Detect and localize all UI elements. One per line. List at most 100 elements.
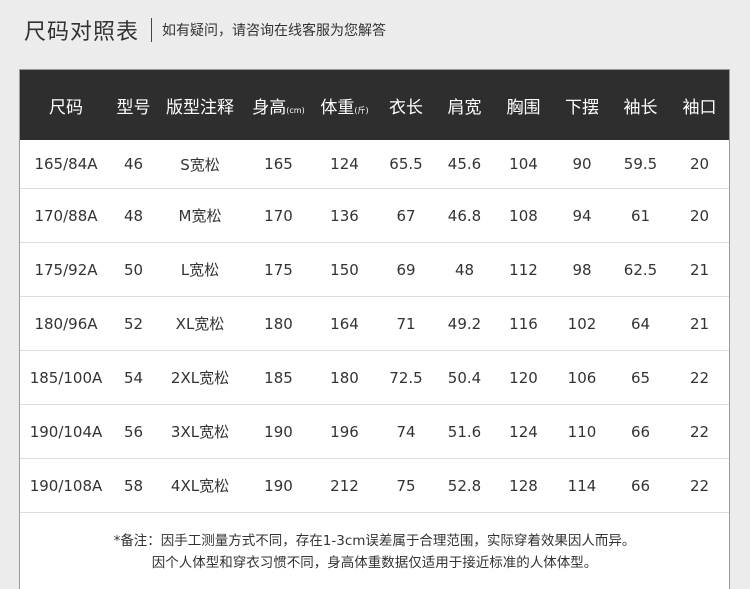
column-header-label: 身高	[252, 97, 287, 118]
table-cell: 72.5	[377, 350, 435, 405]
table-cell: 90	[553, 140, 611, 189]
table-row: 190/104A 56 3XL宽松 190 196 74 51.6 124 110 66 22	[20, 404, 729, 459]
table-cell: 74	[377, 404, 435, 459]
size-table: 尺码 型号 版型注释 身高(cm) 体重(斤) 衣长 肩宽 胸围 下摆 袖长 袖口 165/84A 4…	[20, 70, 729, 513]
table-cell: 56	[112, 404, 155, 459]
table-cell: 62.5	[611, 242, 670, 297]
table-cell: 48	[435, 242, 494, 297]
column-header-label: 版型注释	[166, 97, 234, 118]
table-cell: S宽松	[155, 140, 245, 189]
column-header-label: 胸围	[506, 97, 541, 118]
table-cell: 50.4	[435, 350, 494, 405]
table-cell: 48	[112, 188, 155, 243]
table-cell: 52	[112, 296, 155, 351]
table-cell: 46.8	[435, 188, 494, 243]
table-cell: 71	[377, 296, 435, 351]
table-cell: 196	[312, 404, 377, 459]
column-header: 尺码	[20, 70, 112, 140]
size-chart-card: 尺码 型号 版型注释 身高(cm) 体重(斤) 衣长 肩宽 胸围 下摆 袖长 袖口 165/84A 4…	[19, 69, 730, 589]
table-cell: 190	[245, 404, 312, 459]
table-cell: 175/92A	[20, 242, 112, 297]
table-cell: 114	[553, 458, 611, 513]
table-cell: 128	[494, 458, 553, 513]
table-cell: 190/104A	[20, 404, 112, 459]
table-cell: 116	[494, 296, 553, 351]
column-header-unit: (cm)	[286, 105, 305, 115]
table-cell: 180/96A	[20, 296, 112, 351]
column-header-label: 袖口	[682, 97, 717, 118]
table-cell: 67	[377, 188, 435, 243]
column-header-label: 尺码	[49, 97, 83, 118]
table-cell: 58	[112, 458, 155, 513]
table-cell: XL宽松	[155, 296, 245, 351]
table-cell: 110	[553, 404, 611, 459]
table-cell: 3XL宽松	[155, 404, 245, 459]
column-header: 身高(cm)	[245, 70, 312, 140]
table-cell: 59.5	[611, 140, 670, 189]
table-cell: 21	[670, 242, 729, 297]
table-cell: 65.5	[377, 140, 435, 189]
table-row: 190/108A 58 4XL宽松 190 212 75 52.8 128 114 66 22	[20, 458, 729, 513]
page-title: 尺码对照表	[24, 20, 140, 45]
table-row: 175/92A 50 L宽松 175 150 69 48 112 98 62.5 21	[20, 242, 729, 297]
table-cell: 22	[670, 458, 729, 513]
table-cell: 51.6	[435, 404, 494, 459]
table-cell: 170	[245, 188, 312, 243]
table-cell: 64	[611, 296, 670, 351]
table-row: 170/88A 48 M宽松 170 136 67 46.8 108 94 61 20	[20, 188, 729, 243]
column-header: 袖口	[670, 70, 729, 140]
table-cell: 124	[494, 404, 553, 459]
table-row: 180/96A 52 XL宽松 180 164 71 49.2 116 102 64 21	[20, 296, 729, 351]
table-cell: 106	[553, 350, 611, 405]
table-cell: 112	[494, 242, 553, 297]
table-cell: 66	[611, 458, 670, 513]
table-cell: 98	[553, 242, 611, 297]
column-header-unit: (斤)	[354, 105, 369, 115]
table-header-row: 尺码 型号 版型注释 身高(cm) 体重(斤) 衣长 肩宽 胸围 下摆 袖长 袖口	[20, 70, 729, 140]
table-cell: 120	[494, 350, 553, 405]
table-cell: M宽松	[155, 188, 245, 243]
table-cell: 20	[670, 140, 729, 189]
column-header: 版型注释	[155, 70, 245, 140]
column-header: 袖长	[611, 70, 670, 140]
table-cell: 54	[112, 350, 155, 405]
table-cell: 65	[611, 350, 670, 405]
note-line-2: 因个人体型和穿衣习惯不同，身高体重数据仅适用于接近标准的人体体型。	[151, 555, 598, 571]
note: *备注：因手工测量方式不同，存在1-3cm误差属于合理范围，实际穿着效果因人而异…	[20, 530, 729, 574]
note-line-1: *备注：因手工测量方式不同，存在1-3cm误差属于合理范围，实际穿着效果因人而异…	[113, 533, 636, 549]
table-cell: 175	[245, 242, 312, 297]
table-cell: 49.2	[435, 296, 494, 351]
table-cell: 180	[245, 296, 312, 351]
table-cell: 165/84A	[20, 140, 112, 189]
column-header: 下摆	[553, 70, 611, 140]
table-cell: 2XL宽松	[155, 350, 245, 405]
table-cell: L宽松	[155, 242, 245, 297]
table-cell: 165	[245, 140, 312, 189]
table-cell: 102	[553, 296, 611, 351]
table-cell: 20	[670, 188, 729, 243]
column-header-label: 袖长	[623, 97, 658, 118]
table-cell: 185	[245, 350, 312, 405]
table-cell: 185/100A	[20, 350, 112, 405]
column-header-label: 体重	[320, 97, 355, 118]
column-header-label: 肩宽	[447, 97, 482, 118]
column-header: 体重(斤)	[312, 70, 377, 140]
table-cell: 94	[553, 188, 611, 243]
table-row: 165/84A 46 S宽松 165 124 65.5 45.6 104 90 59.5 20	[20, 140, 729, 189]
table-cell: 45.6	[435, 140, 494, 189]
table-cell: 75	[377, 458, 435, 513]
table-cell: 22	[670, 404, 729, 459]
column-header-label: 衣长	[389, 97, 423, 118]
table-cell: 104	[494, 140, 553, 189]
table-cell: 212	[312, 458, 377, 513]
table-cell: 124	[312, 140, 377, 189]
table-cell: 170/88A	[20, 188, 112, 243]
table-cell: 22	[670, 350, 729, 405]
table-cell: 21	[670, 296, 729, 351]
column-header: 胸围	[494, 70, 553, 140]
table-cell: 46	[112, 140, 155, 189]
table-cell: 164	[312, 296, 377, 351]
page-header: 尺码对照表 如有疑问，请咨询在线客服为您解答	[24, 14, 386, 46]
table-cell: 190	[245, 458, 312, 513]
table-row: 185/100A 54 2XL宽松 185 180 72.5 50.4 120 106 65 22	[20, 350, 729, 405]
